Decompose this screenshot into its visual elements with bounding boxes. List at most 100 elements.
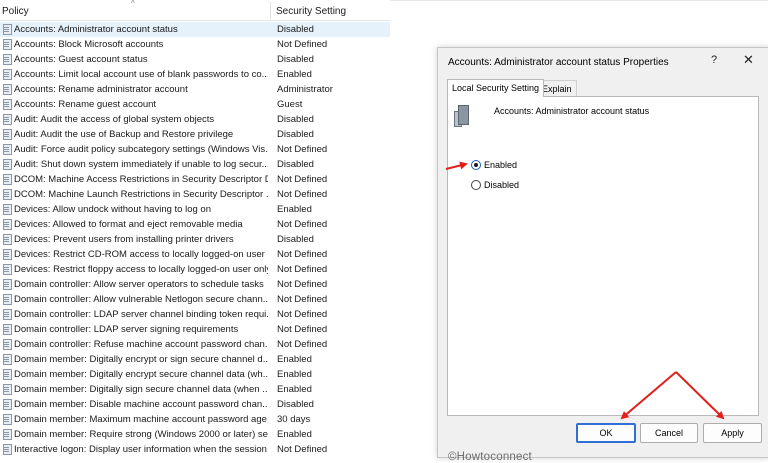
table-row[interactable]: Devices: Allow undock without having to … bbox=[0, 202, 390, 217]
table-row[interactable]: Devices: Allowed to format and eject rem… bbox=[0, 217, 390, 232]
top-divider bbox=[390, 0, 768, 1]
policy-doc-icon bbox=[2, 399, 12, 410]
policy-name-cell: Devices: Allowed to format and eject rem… bbox=[14, 219, 243, 230]
table-row[interactable]: Domain member: Require strong (Windows 2… bbox=[0, 427, 390, 442]
cancel-button[interactable]: Cancel bbox=[640, 423, 698, 443]
table-row[interactable]: Audit: Audit the use of Backup and Resto… bbox=[0, 127, 390, 142]
table-row[interactable]: DCOM: Machine Access Restrictions in Sec… bbox=[0, 172, 390, 187]
policy-doc-icon bbox=[2, 369, 12, 380]
policy-name-cell: Audit: Audit the access of global system… bbox=[14, 114, 215, 125]
ok-button[interactable]: OK bbox=[576, 423, 636, 443]
policy-name-cell: Accounts: Rename guest account bbox=[14, 99, 157, 110]
table-row[interactable]: DCOM: Machine Launch Restrictions in Sec… bbox=[0, 187, 390, 202]
table-row[interactable]: Interactive logon: Display user informat… bbox=[0, 442, 390, 456]
disabled-radio[interactable] bbox=[471, 180, 481, 190]
policy-doc-icon bbox=[2, 69, 12, 80]
policy-name-cell: Devices: Restrict CD-ROM access to local… bbox=[14, 249, 268, 260]
policy-name-cell: Accounts: Limit local account use of bla… bbox=[14, 69, 268, 80]
table-row[interactable]: Devices: Restrict floppy access to local… bbox=[0, 262, 390, 277]
sort-caret-icon[interactable]: ^ bbox=[131, 0, 135, 8]
policy-doc-icon bbox=[2, 159, 12, 170]
column-divider[interactable] bbox=[270, 2, 271, 19]
table-row[interactable]: Domain controller: LDAP server signing r… bbox=[0, 322, 390, 337]
table-row[interactable]: Domain member: Digitally encrypt or sign… bbox=[0, 352, 390, 367]
security-setting-cell: Not Defined bbox=[277, 39, 328, 50]
policy-doc-icon bbox=[2, 129, 12, 140]
policy-doc-icon bbox=[2, 324, 12, 335]
table-row[interactable]: Devices: Prevent users from installing p… bbox=[0, 232, 390, 247]
policy-name-cell: Accounts: Guest account status bbox=[14, 54, 148, 65]
policy-name-cell: Accounts: Block Microsoft accounts bbox=[14, 39, 164, 50]
help-icon[interactable]: ? bbox=[711, 54, 717, 66]
policy-doc-icon bbox=[2, 24, 12, 35]
table-row[interactable]: Domain controller: Allow server operator… bbox=[0, 277, 390, 292]
policy-doc-icon bbox=[2, 339, 12, 350]
apply-button[interactable]: Apply bbox=[703, 423, 762, 443]
policy-name-cell: Devices: Prevent users from installing p… bbox=[14, 234, 234, 245]
security-setting-cell: Not Defined bbox=[277, 264, 328, 275]
security-setting-cell: Disabled bbox=[277, 159, 314, 170]
security-setting-cell: Not Defined bbox=[277, 174, 328, 185]
table-row[interactable]: Domain member: Disable machine account p… bbox=[0, 397, 390, 412]
table-row[interactable]: Domain controller: LDAP server channel b… bbox=[0, 307, 390, 322]
policy-list-pane: ^ Policy Security Setting Accounts: Admi… bbox=[0, 0, 390, 456]
policy-doc-icon bbox=[2, 384, 12, 395]
close-icon[interactable]: ✕ bbox=[743, 52, 754, 68]
security-setting-cell: Not Defined bbox=[277, 249, 328, 260]
policy-name-cell: Audit: Audit the use of Backup and Resto… bbox=[14, 129, 234, 140]
table-row[interactable]: Accounts: Block Microsoft accounts Not De… bbox=[0, 37, 390, 52]
policy-doc-icon bbox=[2, 99, 12, 110]
enabled-label[interactable]: Enabled bbox=[484, 160, 517, 170]
table-row[interactable]: Domain member: Maximum machine account p… bbox=[0, 412, 390, 427]
tab-local-security-setting[interactable]: Local Security Setting bbox=[447, 79, 545, 97]
column-header-security-setting[interactable]: Security Setting bbox=[276, 6, 346, 17]
security-setting-cell: Not Defined bbox=[277, 144, 328, 155]
table-row[interactable]: Accounts: Limit local account use of bla… bbox=[0, 67, 390, 82]
table-row[interactable]: Accounts: Guest account status Disabled bbox=[0, 52, 390, 67]
security-setting-cell: Guest bbox=[277, 99, 303, 110]
policy-name-cell: Domain controller: Allow server operator… bbox=[14, 279, 264, 290]
enabled-radio[interactable] bbox=[471, 160, 481, 170]
table-row[interactable]: Devices: Restrict CD-ROM access to local… bbox=[0, 247, 390, 262]
table-row[interactable]: Audit: Audit the access of global system… bbox=[0, 112, 390, 127]
security-setting-cell: Not Defined bbox=[277, 444, 328, 455]
security-setting-cell: Not Defined bbox=[277, 189, 328, 200]
policy-name-cell: Audit: Shut down system immediately if u… bbox=[14, 159, 268, 170]
policy-name-cell: Domain member: Digitally encrypt secure … bbox=[14, 369, 268, 380]
policy-name-cell: Domain member: Require strong (Windows 2… bbox=[14, 429, 268, 440]
policy-doc-icon bbox=[2, 234, 12, 245]
policy-name-cell: Accounts: Rename administrator account bbox=[14, 84, 188, 95]
policy-name-cell: Devices: Allow undock without having to … bbox=[14, 204, 211, 215]
policy-doc-icon bbox=[2, 174, 12, 185]
table-row[interactable]: Accounts: Administrator account status Di… bbox=[0, 22, 390, 37]
policy-name-cell: Domain member: Disable machine account p… bbox=[14, 399, 268, 410]
table-row[interactable]: Accounts: Rename guest account Guest bbox=[0, 97, 390, 112]
table-row[interactable]: Domain member: Digitally encrypt secure … bbox=[0, 367, 390, 382]
policy-doc-icon bbox=[2, 39, 12, 50]
security-setting-cell: Not Defined bbox=[277, 309, 328, 320]
table-row[interactable]: Domain controller: Allow vulnerable Netl… bbox=[0, 292, 390, 307]
table-row[interactable]: Audit: Shut down system immediately if u… bbox=[0, 157, 390, 172]
tab-panel: ©Howtoconnect bbox=[447, 96, 759, 463]
column-header-policy[interactable]: Policy bbox=[2, 6, 29, 17]
dialog-title: Accounts: Administrator account status P… bbox=[448, 57, 669, 68]
policy-name-cell: Domain controller: LDAP server channel b… bbox=[14, 309, 268, 320]
security-setting-cell: Disabled bbox=[277, 399, 314, 410]
disabled-label[interactable]: Disabled bbox=[484, 180, 519, 190]
policy-doc-icon bbox=[2, 279, 12, 290]
policy-doc-icon bbox=[2, 84, 12, 95]
policy-doc-icon bbox=[2, 309, 12, 320]
policy-name-cell: Audit: Force audit policy subcategory se… bbox=[14, 144, 268, 155]
table-row[interactable]: Accounts: Rename administrator account Ad… bbox=[0, 82, 390, 97]
properties-dialog: Accounts: Administrator account status P… bbox=[437, 47, 768, 463]
security-setting-cell: Disabled bbox=[277, 54, 314, 65]
table-row[interactable]: Domain member: Digitally sign secure cha… bbox=[0, 382, 390, 397]
policy-name-cell: Domain member: Digitally sign secure cha… bbox=[14, 384, 268, 395]
security-setting-cell: Not Defined bbox=[277, 294, 328, 305]
security-setting-cell: Disabled bbox=[277, 234, 314, 245]
watermark: ©Howtoconnect bbox=[448, 451, 532, 463]
policy-name-cell: Interactive logon: Display user informat… bbox=[14, 444, 268, 455]
table-row[interactable]: Domain controller: Refuse machine accoun… bbox=[0, 337, 390, 352]
security-setting-cell: Enabled bbox=[277, 354, 312, 365]
table-row[interactable]: Audit: Force audit policy subcategory se… bbox=[0, 142, 390, 157]
